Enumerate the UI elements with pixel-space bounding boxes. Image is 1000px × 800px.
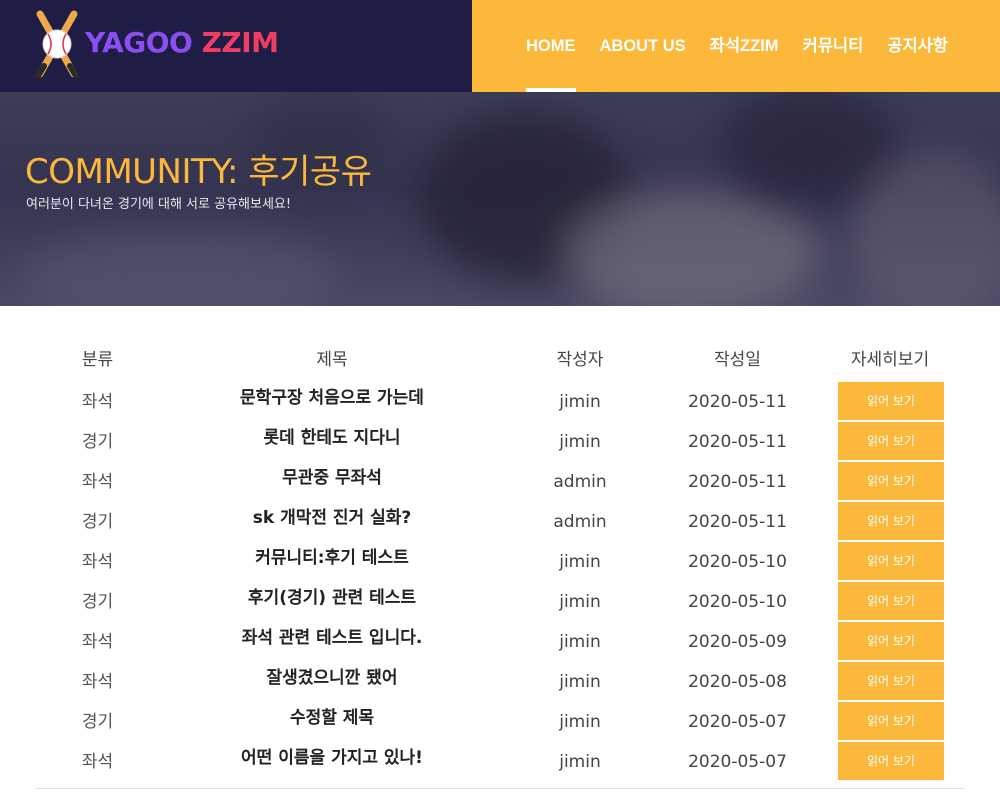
header-date: 작성일 xyxy=(714,350,761,370)
row-title[interactable]: 어떤 이름을 가지고 있나! xyxy=(127,742,537,782)
read-more-button[interactable]: 읽어 보기 xyxy=(838,662,944,700)
table-row: 좌석 잘생겼으니깐 됐어 jimin 2020-05-08 읽어 보기 xyxy=(35,662,955,702)
header-category: 분류 xyxy=(81,350,114,370)
row-date: 2020-05-11 xyxy=(688,472,787,492)
row-date: 2020-05-07 xyxy=(688,712,787,732)
row-title[interactable]: 문학구장 처음으로 가는데 xyxy=(127,382,537,422)
row-author: admin xyxy=(553,472,607,492)
table-row: 좌석 좌석 관련 테스트 입니다. jimin 2020-05-09 읽어 보기 xyxy=(35,622,955,662)
table-bottom-divider xyxy=(35,788,965,789)
read-more-button[interactable]: 읽어 보기 xyxy=(838,582,944,620)
read-more-button[interactable]: 읽어 보기 xyxy=(838,702,944,740)
table-row: 좌석 어떤 이름을 가지고 있나! jimin 2020-05-07 읽어 보기 xyxy=(35,742,955,782)
brand-name[interactable]: YAGOO ZZIM xyxy=(85,27,279,59)
nav-notice[interactable]: 공지사항 xyxy=(887,0,948,92)
row-author: jimin xyxy=(559,392,601,412)
table-header-row: 분류 제목 작성자 작성일 자세히보기 xyxy=(35,338,955,382)
row-date: 2020-05-11 xyxy=(688,512,787,532)
table-row: 경기 sk 개막전 진거 실화? admin 2020-05-11 읽어 보기 xyxy=(35,502,955,542)
nav-seat-zzim[interactable]: 좌석ZZIM xyxy=(710,0,779,92)
table-row: 경기 후기(경기) 관련 테스트 jimin 2020-05-10 읽어 보기 xyxy=(35,582,955,622)
row-author: jimin xyxy=(559,752,601,772)
row-category: 좌석 xyxy=(81,552,114,572)
read-more-button[interactable]: 읽어 보기 xyxy=(838,422,944,460)
brand-name-part2: ZZIM xyxy=(201,26,279,59)
table-row: 경기 롯데 한테도 지다니 jimin 2020-05-11 읽어 보기 xyxy=(35,422,955,462)
review-table: 분류 제목 작성자 작성일 자세히보기 좌석 문학구장 처음으로 가는데 jim… xyxy=(35,338,955,782)
brand-name-part1: YAGOO xyxy=(85,26,202,59)
row-category: 좌석 xyxy=(81,752,114,772)
row-category: 경기 xyxy=(81,512,114,532)
row-author: jimin xyxy=(559,672,601,692)
row-category: 좌석 xyxy=(81,632,114,652)
row-date: 2020-05-11 xyxy=(688,392,787,412)
read-more-button[interactable]: 읽어 보기 xyxy=(838,502,944,540)
row-author: jimin xyxy=(559,432,601,452)
row-category: 경기 xyxy=(81,712,114,732)
row-date: 2020-05-08 xyxy=(688,672,787,692)
nav-home[interactable]: HOME xyxy=(526,0,576,92)
read-more-button[interactable]: 읽어 보기 xyxy=(838,382,944,420)
row-title[interactable]: 잘생겼으니깐 됐어 xyxy=(127,662,537,702)
table-row: 좌석 문학구장 처음으로 가는데 jimin 2020-05-11 읽어 보기 xyxy=(35,382,955,422)
row-category: 좌석 xyxy=(81,392,114,412)
row-title[interactable]: 좌석 관련 테스트 입니다. xyxy=(127,622,537,662)
top-header: YAGOO ZZIM HOME ABOUT US 좌석ZZIM 커뮤니티 공지사… xyxy=(0,0,1000,92)
page-subtitle: 여러분이 다녀온 경기에 대해 서로 공유해보세요! xyxy=(26,197,292,212)
main-nav: HOME ABOUT US 좌석ZZIM 커뮤니티 공지사항 xyxy=(526,0,972,92)
row-category: 경기 xyxy=(81,592,114,612)
baseball-logo-icon[interactable] xyxy=(30,8,84,80)
row-date: 2020-05-10 xyxy=(688,592,787,612)
row-date: 2020-05-09 xyxy=(688,632,787,652)
row-date: 2020-05-11 xyxy=(688,432,787,452)
row-author: jimin xyxy=(559,712,601,732)
header-detail: 자세히보기 xyxy=(850,350,930,370)
row-title[interactable]: 롯데 한테도 지다니 xyxy=(127,422,537,462)
row-date: 2020-05-07 xyxy=(688,752,787,772)
read-more-button[interactable]: 읽어 보기 xyxy=(838,622,944,660)
row-category: 좌석 xyxy=(81,672,114,692)
row-date: 2020-05-10 xyxy=(688,552,787,572)
row-title[interactable]: 무관중 무좌석 xyxy=(127,462,537,502)
nav-about-us[interactable]: ABOUT US xyxy=(600,0,686,92)
row-title[interactable]: sk 개막전 진거 실화? xyxy=(127,502,537,542)
table-row: 좌석 커뮤니티:후기 테스트 jimin 2020-05-10 읽어 보기 xyxy=(35,542,955,582)
read-more-button[interactable]: 읽어 보기 xyxy=(838,542,944,580)
header-author: 작성자 xyxy=(556,350,604,370)
header-title: 제목 xyxy=(316,350,348,370)
row-author: jimin xyxy=(559,592,601,612)
nav-community[interactable]: 커뮤니티 xyxy=(803,0,864,92)
row-author: jimin xyxy=(559,632,601,652)
row-author: jimin xyxy=(559,552,601,572)
read-more-button[interactable]: 읽어 보기 xyxy=(838,742,944,780)
row-author: admin xyxy=(553,512,607,532)
row-category: 경기 xyxy=(81,432,114,452)
hero-background-shape xyxy=(560,187,820,306)
table-row: 경기 수정할 제목 jimin 2020-05-07 읽어 보기 xyxy=(35,702,955,742)
read-more-button[interactable]: 읽어 보기 xyxy=(838,462,944,500)
hero-background-shape xyxy=(20,232,340,306)
brand-area: YAGOO ZZIM xyxy=(0,0,472,92)
table-row: 좌석 무관중 무좌석 admin 2020-05-11 읽어 보기 xyxy=(35,462,955,502)
page-title: COMMUNITY: 후기공유 xyxy=(25,152,372,192)
row-title[interactable]: 수정할 제목 xyxy=(127,702,537,742)
row-title[interactable]: 커뮤니티:후기 테스트 xyxy=(127,542,537,582)
row-title[interactable]: 후기(경기) 관련 테스트 xyxy=(127,582,537,622)
row-category: 좌석 xyxy=(81,472,114,492)
